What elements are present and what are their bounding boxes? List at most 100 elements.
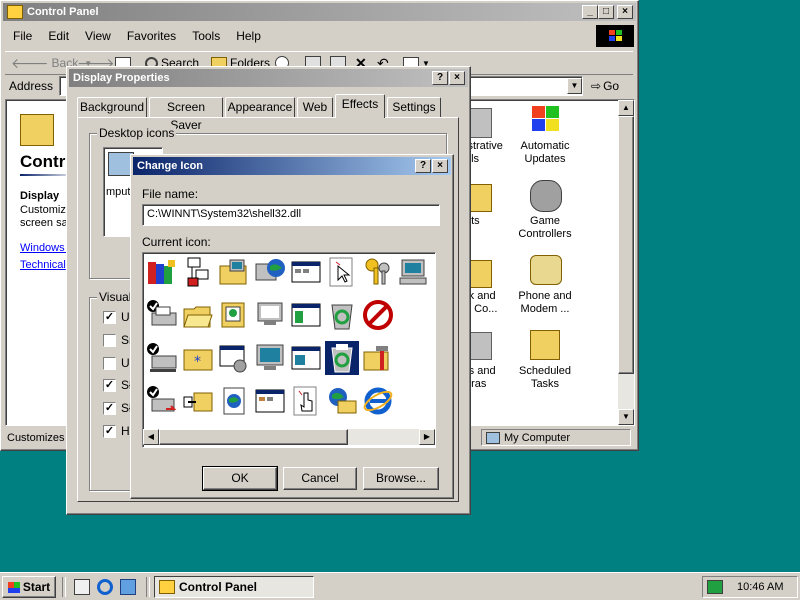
icon-cell[interactable] [253, 341, 287, 375]
icon-cell[interactable] [145, 298, 179, 332]
visual-check-1[interactable]: ✓ [103, 311, 116, 324]
scroll-up-button[interactable]: ▲ [618, 100, 634, 116]
icon-cell[interactable] [289, 298, 323, 332]
icon-cell[interactable] [253, 255, 287, 289]
icon-list-scrollbar[interactable]: ◀ ▶ [143, 429, 435, 445]
vertical-scrollbar[interactable]: ▲ ▼ [618, 100, 634, 425]
icon-cell[interactable] [325, 255, 359, 289]
back-arrow-icon: 🡐 [11, 54, 49, 71]
close-button[interactable]: × [617, 5, 633, 19]
icon-cell[interactable] [325, 298, 359, 332]
change-icon-close-button[interactable]: × [432, 159, 448, 173]
ok-button[interactable]: OK [202, 466, 278, 491]
quicklaunch-ie-icon[interactable] [97, 579, 113, 595]
show-desktop-icon[interactable] [74, 579, 90, 595]
icon-cell[interactable] [181, 298, 215, 332]
browse-button[interactable]: Browse... [363, 467, 439, 490]
control-panel-titlebar[interactable]: Control Panel _ □ × [3, 3, 636, 21]
phone-modem-icon[interactable] [530, 255, 562, 285]
side-link-technical[interactable]: Technical [20, 259, 66, 271]
go-button[interactable]: ⇨ Go [591, 77, 631, 95]
menu-favorites[interactable]: Favorites [127, 29, 176, 43]
icon-cell[interactable] [289, 341, 323, 375]
icon-cell[interactable] [289, 255, 323, 289]
display-help-button[interactable]: ? [432, 71, 448, 85]
maximize-button[interactable]: □ [598, 5, 614, 19]
display-icon [256, 344, 284, 370]
visual-check-6[interactable]: ✓ [103, 425, 116, 438]
scroll-thumb[interactable] [618, 116, 634, 374]
icon-list[interactable]: * ◀ ▶ [142, 252, 436, 448]
game-controllers-icon[interactable] [530, 180, 562, 212]
visual-check-1-label: U [121, 310, 130, 324]
cursor-sparkle-icon [329, 257, 353, 287]
visual-check-4[interactable]: ✓ [103, 379, 116, 392]
icon-cell[interactable] [361, 298, 395, 332]
tab-effects[interactable]: Effects [335, 94, 385, 118]
scheduled-tasks-icon[interactable] [530, 330, 560, 360]
icon-cell[interactable] [217, 341, 251, 375]
icon-cell[interactable] [289, 384, 323, 418]
tab-screen-saver[interactable]: Screen Saver [149, 97, 223, 132]
icon-cell[interactable] [361, 341, 395, 375]
icon-cell[interactable] [397, 255, 431, 289]
visual-check-5[interactable]: ✓ [103, 402, 116, 415]
icon-cell[interactable] [217, 255, 251, 289]
settings-window-icon [219, 345, 247, 373]
visual-check-3[interactable] [103, 357, 116, 370]
icon-cell[interactable] [181, 255, 215, 289]
minimize-button[interactable]: _ [582, 5, 598, 19]
task-control-panel[interactable]: Control Panel [154, 576, 314, 598]
display-close-button[interactable]: × [449, 71, 465, 85]
scroll-down-button[interactable]: ▼ [618, 409, 634, 425]
icon-cell[interactable] [217, 298, 251, 332]
game-controllers-label-2: Controllers [518, 228, 572, 240]
menu-tools[interactable]: Tools [192, 29, 220, 43]
outlook-express-icon[interactable] [120, 579, 136, 595]
internet-explorer-icon [363, 387, 393, 415]
change-icon-titlebar[interactable]: Change Icon ? × [133, 157, 451, 175]
phone-modem-label-1: Phone and [518, 290, 572, 302]
desktop-window-icon [291, 346, 321, 370]
menu-view[interactable]: View [85, 29, 111, 43]
icon-scroll-thumb[interactable] [159, 429, 348, 445]
menu-edit[interactable]: Edit [48, 29, 69, 43]
icon-cell[interactable] [145, 255, 179, 289]
display-properties-title: Display Properties [73, 72, 170, 84]
address-dropdown-button[interactable]: ▼ [567, 78, 582, 94]
network-tray-icon[interactable] [707, 580, 723, 594]
menu-help[interactable]: Help [236, 29, 261, 43]
file-name-value: C:\WINNT\System32\shell32.dll [147, 208, 302, 220]
icon-scroll-right-button[interactable]: ▶ [419, 429, 435, 445]
automatic-updates-icon[interactable] [530, 104, 560, 134]
go-label: Go [603, 79, 620, 93]
icon-cell[interactable] [145, 341, 179, 375]
icon-cell[interactable] [253, 298, 287, 332]
task-divider [146, 577, 150, 597]
icon-cell[interactable]: * [181, 341, 215, 375]
cancel-button[interactable]: Cancel [283, 467, 357, 490]
address-label: Address [9, 79, 54, 93]
visual-check-3-label: U [121, 356, 130, 370]
status-text: Customizes y [7, 432, 74, 444]
tab-background[interactable]: Background [77, 97, 147, 117]
tab-settings[interactable]: Settings [387, 97, 441, 117]
menu-file[interactable]: File [13, 29, 32, 43]
icon-cell[interactable] [325, 384, 359, 418]
icon-cell[interactable] [181, 384, 215, 418]
file-name-input[interactable]: C:\WINNT\System32\shell32.dll [142, 204, 440, 226]
icon-cell-selected[interactable] [325, 341, 359, 375]
icon-cell[interactable] [253, 384, 287, 418]
system-tray: 10:46 AM [702, 576, 798, 598]
icon-scroll-left-button[interactable]: ◀ [143, 429, 159, 445]
start-button[interactable]: Start [2, 576, 56, 598]
icon-cell[interactable] [361, 255, 395, 289]
icon-cell[interactable] [361, 384, 395, 418]
display-properties-titlebar[interactable]: Display Properties ? × [69, 69, 468, 87]
change-icon-help-button[interactable]: ? [415, 159, 431, 173]
tab-appearance[interactable]: Appearance [225, 97, 295, 117]
icon-cell[interactable] [217, 384, 251, 418]
visual-check-2[interactable] [103, 334, 116, 347]
tab-web[interactable]: Web [297, 97, 333, 117]
icon-cell[interactable] [145, 384, 179, 418]
